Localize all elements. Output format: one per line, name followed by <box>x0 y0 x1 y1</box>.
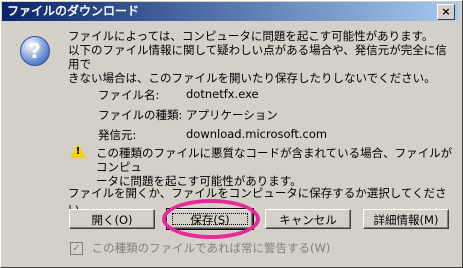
close-button[interactable]: × <box>437 4 455 20</box>
file-type-label: ファイルの種類: <box>98 108 183 122</box>
warning-message: この種類のファイルに悪質なコードが含まれている場合、ファイルがコンピュ ータに問… <box>96 146 456 188</box>
always-warn-label: この種類のファイルであれば常に警告する(W) <box>91 241 331 255</box>
title-bar[interactable]: ファイルのダウンロード × <box>2 2 459 21</box>
message-line: きない場合は、このファイルを開いたり保存したりしないでください。 <box>68 71 436 85</box>
message-line: ファイルによっては、コンピュータに問題を起こす可能性があります。 <box>68 29 434 43</box>
open-button-label: 開く(O) <box>91 213 133 227</box>
always-warn-checkbox[interactable]: ✓ <box>70 242 83 255</box>
cancel-button-label: キャンセル <box>279 213 337 227</box>
more-info-button-label: 詳細情報(M) <box>373 213 439 227</box>
question-icon: ? <box>20 36 50 66</box>
file-name-value: dotnetfx.exe <box>186 87 259 101</box>
warning-line: この種類のファイルに悪質なコードが含まれている場合、ファイルがコンピュ <box>96 146 453 174</box>
message-line: 以下のファイル情報に関して疑わしい点がある場合や、発信元が完全に信用で <box>68 43 447 71</box>
window-title: ファイルのダウンロード <box>7 4 140 18</box>
open-button[interactable]: 開く(O) <box>69 209 155 229</box>
source-label: 発信元: <box>98 128 137 142</box>
cancel-button[interactable]: キャンセル <box>265 209 351 229</box>
file-name-label: ファイル名: <box>98 88 160 102</box>
warning-icon-mark: ! <box>75 146 81 157</box>
highlight-circle <box>162 199 260 239</box>
always-warn-option[interactable]: ✓ この種類のファイルであれば常に警告する(W) <box>70 240 330 256</box>
more-info-button[interactable]: 詳細情報(M) <box>363 209 449 229</box>
security-message: ファイルによっては、コンピュータに問題を起こす可能性があります。 以下のファイル… <box>68 29 458 85</box>
source-value: download.microsoft.com <box>186 127 328 141</box>
file-type-value: アプリケーション <box>186 108 278 122</box>
